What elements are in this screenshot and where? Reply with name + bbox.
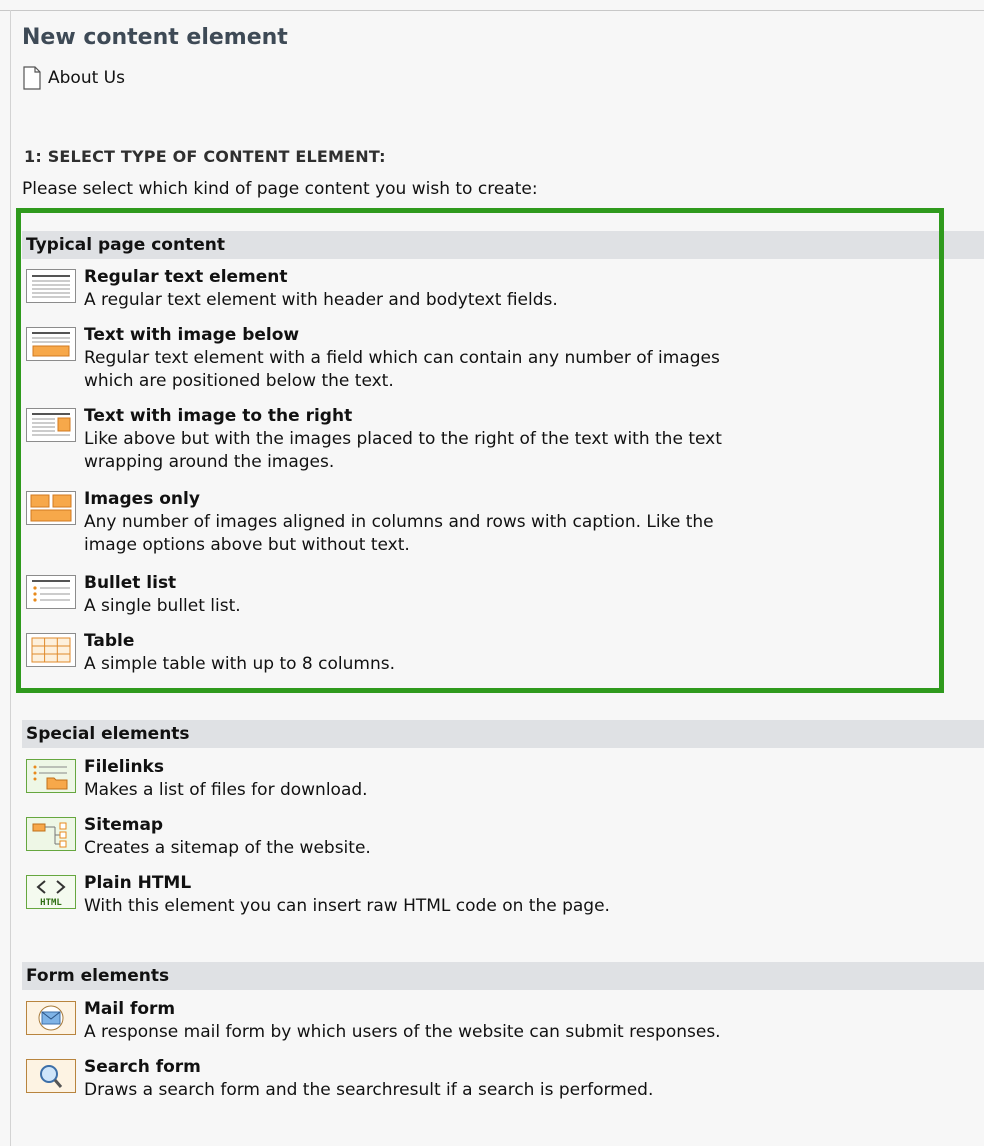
section-header-form: Form elements: [22, 962, 984, 990]
element-description: With this element you can insert raw HTM…: [84, 896, 610, 916]
element-description: A single bullet list.: [84, 596, 241, 616]
element-table[interactable]: Table A simple table with up to 8 column…: [26, 630, 395, 676]
element-description: Like above but with the images placed to…: [84, 429, 722, 449]
step-heading: 1: SELECT TYPE OF CONTENT ELEMENT:: [24, 147, 386, 166]
element-name: Mail form: [84, 999, 176, 1019]
element-mail-form[interactable]: Mail form A response mail form by which …: [26, 998, 721, 1044]
element-sitemap[interactable]: Sitemap Creates a sitemap of the website…: [26, 814, 371, 860]
element-filelinks[interactable]: Filelinks Makes a list of files for down…: [26, 756, 368, 802]
search-form-icon: [26, 1059, 76, 1093]
current-page[interactable]: About Us: [22, 66, 125, 90]
html-icon: HTML: [26, 875, 76, 909]
element-description: wrapping around the images.: [84, 452, 335, 472]
bullet-list-icon: [26, 575, 76, 609]
element-description: image options above but without text.: [84, 535, 410, 555]
text-image-right-icon: [26, 408, 76, 442]
filelinks-icon: [26, 759, 76, 793]
element-text-image-below[interactable]: Text with image below Regular text eleme…: [26, 324, 720, 393]
element-name: Text with image below: [84, 325, 300, 345]
sitemap-icon: [26, 817, 76, 851]
element-regular-text[interactable]: Regular text element A regular text elem…: [26, 266, 558, 312]
top-divider: [0, 10, 984, 11]
element-description: which are positioned below the text.: [84, 371, 394, 391]
images-only-icon: [26, 491, 76, 525]
element-name: Images only: [84, 489, 200, 509]
element-name: Table: [84, 631, 135, 651]
page-document-icon: [23, 66, 41, 90]
element-plain-html[interactable]: HTML Plain HTML With this element you ca…: [26, 872, 610, 918]
element-bullet-list[interactable]: Bullet list A single bullet list.: [26, 572, 241, 618]
element-description: A simple table with up to 8 columns.: [84, 654, 395, 674]
left-divider: [10, 10, 11, 1146]
intro-text: Please select which kind of page content…: [22, 179, 538, 199]
table-icon: [26, 633, 76, 667]
section-header-typical: Typical page content: [22, 231, 984, 259]
element-description: A response mail form by which users of t…: [84, 1022, 721, 1042]
element-name: Search form: [84, 1057, 201, 1077]
element-description: Creates a sitemap of the website.: [84, 838, 371, 858]
section-header-special: Special elements: [22, 720, 984, 748]
page-title: New content element: [22, 25, 288, 50]
element-description: Any number of images aligned in columns …: [84, 512, 714, 532]
element-description: Regular text element with a field which …: [84, 348, 720, 368]
element-name: Text with image to the right: [84, 406, 353, 426]
svg-text:HTML: HTML: [40, 898, 62, 908]
element-images-only[interactable]: Images only Any number of images aligned…: [26, 488, 714, 557]
element-name: Bullet list: [84, 573, 177, 593]
element-name: Regular text element: [84, 267, 288, 287]
text-image-below-icon: [26, 327, 76, 361]
element-name: Plain HTML: [84, 873, 192, 893]
element-text-image-right[interactable]: Text with image to the right Like above …: [26, 405, 722, 474]
element-description: Draws a search form and the searchresult…: [84, 1080, 654, 1100]
element-description: A regular text element with header and b…: [84, 290, 558, 310]
text-element-icon: [26, 269, 76, 303]
element-search-form[interactable]: Search form Draws a search form and the …: [26, 1056, 653, 1102]
element-name: Sitemap: [84, 815, 164, 835]
element-name: Filelinks: [84, 757, 164, 777]
mail-form-icon: [26, 1001, 76, 1035]
current-page-label: About Us: [48, 68, 125, 88]
element-description: Makes a list of files for download.: [84, 780, 368, 800]
